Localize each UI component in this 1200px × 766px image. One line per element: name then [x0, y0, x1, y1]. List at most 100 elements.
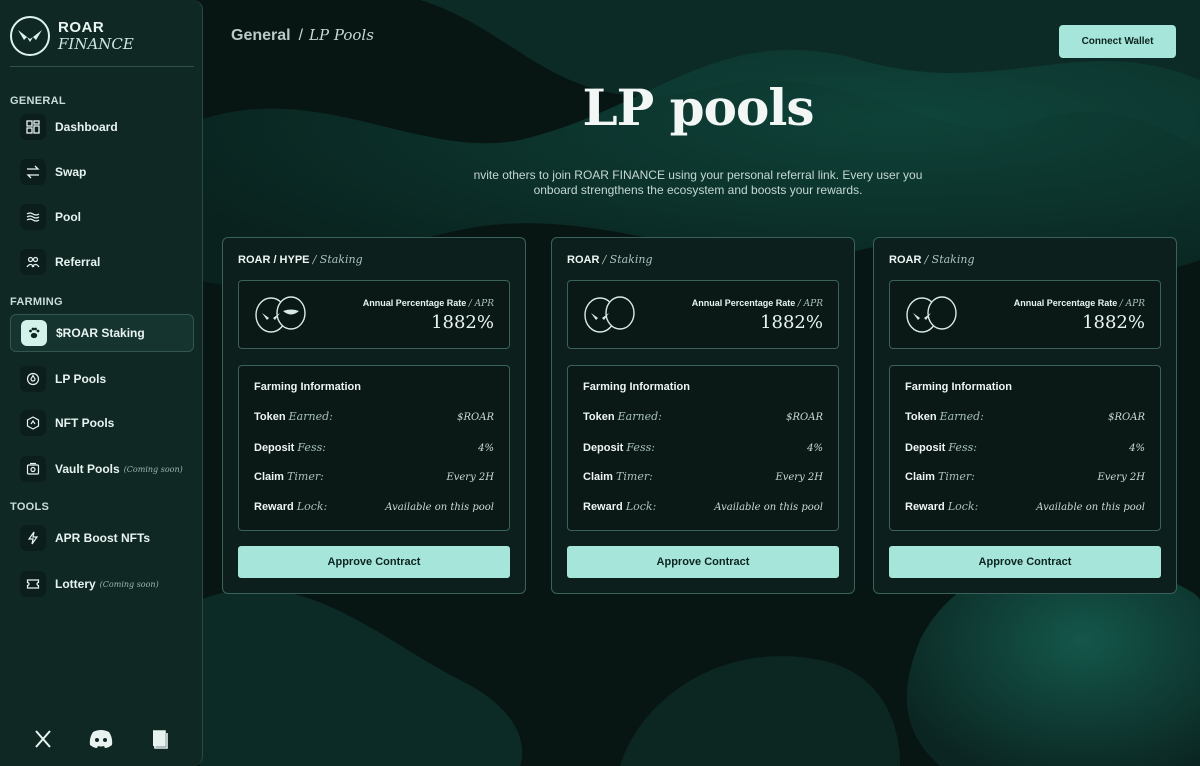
page-title: LP pools: [582, 78, 815, 137]
coming-soon-badge: (Coming soon): [99, 579, 159, 589]
sidebar-item-nft-pools[interactable]: NFT Pools: [10, 404, 194, 442]
grid-icon: [20, 114, 46, 140]
approve-contract-button[interactable]: Approve Contract: [889, 546, 1161, 578]
approve-contract-button[interactable]: Approve Contract: [567, 546, 839, 578]
apr-label: Annual Percentage Rate / APR: [362, 298, 494, 309]
hexagon-icon: [20, 410, 46, 436]
approve-contract-button[interactable]: Approve Contract: [238, 546, 510, 578]
vault-icon: [20, 456, 46, 482]
sidebar-item-referral[interactable]: Referral: [10, 243, 194, 281]
farm-info-value: $ROAR: [1108, 412, 1145, 423]
farm-info-key: Claim Timer:: [254, 470, 324, 483]
sidebar-item-apr-boost-nfts[interactable]: APR Boost NFTs: [10, 519, 194, 557]
farm-info-row: Reward Lock: Available on this pool: [905, 500, 1145, 513]
coming-soon-badge: (Coming soon): [123, 464, 183, 474]
sidebar-item-label: $ROAR Staking: [56, 326, 145, 340]
sidebar-item-dashboard[interactable]: Dashboard: [10, 108, 194, 146]
swap-arrows-icon: [20, 159, 46, 185]
sidebar-item-lp-pools[interactable]: LP Pools: [10, 360, 194, 398]
users-icon: [20, 249, 46, 275]
brand-subtitle: FINANCE: [58, 35, 134, 53]
farming-info-panel: Farming Information Token Earned: $ROAR …: [238, 365, 510, 531]
sidebar-item-roar-staking[interactable]: $ROAR Staking: [10, 314, 194, 352]
farming-info-panel: Farming Information Token Earned: $ROAR …: [889, 365, 1161, 531]
farm-info-row: Reward Lock: Available on this pool: [254, 500, 494, 513]
pool-card: ROAR / HYPE / Staking Annual Percentage …: [222, 237, 526, 594]
discord-icon[interactable]: [88, 726, 114, 752]
apr-value: 1882%: [1082, 312, 1145, 333]
farm-info-key: Reward Lock:: [254, 500, 328, 513]
page-description: nvite others to join ROAR FINANCE using …: [473, 168, 923, 197]
pool-pair-title: ROAR / HYPE / Staking: [238, 253, 363, 266]
sidebar-item-label: Pool: [55, 210, 81, 224]
pool-card: ROAR / Staking Annual Percentage Rate / …: [551, 237, 855, 594]
breadcrumb-separator: /: [298, 27, 304, 44]
sidebar-item-pool[interactable]: Pool: [10, 198, 194, 236]
farming-info-title: Farming Information: [905, 381, 1012, 393]
brand-logo[interactable]: ROAR FINANCE: [10, 16, 134, 56]
farm-info-value: $ROAR: [457, 412, 494, 423]
farm-info-row: Deposit Fess: 4%: [583, 441, 823, 454]
farm-info-row: Token Earned: $ROAR: [254, 410, 494, 423]
section-label-farming: FARMING: [10, 296, 63, 308]
farm-info-value: Available on this pool: [714, 502, 823, 513]
token-pair-icon: [255, 296, 306, 333]
waves-icon: [20, 204, 46, 230]
farm-info-value: 4%: [807, 443, 823, 454]
farm-info-key: Token Earned:: [583, 410, 662, 423]
pool-card: ROAR / Staking Annual Percentage Rate / …: [873, 237, 1177, 594]
farm-info-value: Available on this pool: [385, 502, 494, 513]
token-pair-icon: [906, 296, 957, 333]
farm-info-key: Reward Lock:: [583, 500, 657, 513]
farm-info-row: Reward Lock: Available on this pool: [583, 500, 823, 513]
sidebar-item-label: Referral: [55, 255, 101, 269]
apr-label: Annual Percentage Rate / APR: [691, 298, 823, 309]
pool-drop-icon: [20, 366, 46, 392]
sidebar-item-label: LP Pools: [55, 372, 107, 386]
section-label-general: GENERAL: [10, 95, 66, 107]
farm-info-value: $ROAR: [786, 412, 823, 423]
farm-info-value: Every 2H: [446, 472, 494, 483]
farm-info-key: Reward Lock:: [905, 500, 979, 513]
apr-value: 1882%: [760, 312, 823, 333]
brand-name: ROAR: [58, 19, 105, 36]
farm-info-value: Available on this pool: [1036, 502, 1145, 513]
sidebar-item-lottery[interactable]: Lottery (Coming soon): [10, 565, 194, 603]
apr-panel: Annual Percentage Rate / APR 1882%: [238, 280, 510, 349]
farm-info-key: Deposit Fess:: [905, 441, 977, 454]
farm-info-value: 4%: [1129, 443, 1145, 454]
breadcrumb-root[interactable]: General: [231, 27, 291, 45]
x-icon[interactable]: [30, 726, 56, 752]
sidebar-item-label: APR Boost NFTs: [55, 531, 151, 545]
sidebar-item-swap[interactable]: Swap: [10, 153, 194, 191]
farming-info-panel: Farming Information Token Earned: $ROAR …: [567, 365, 839, 531]
farm-info-key: Token Earned:: [254, 410, 333, 423]
book-icon[interactable]: [147, 726, 173, 752]
farm-info-key: Token Earned:: [905, 410, 984, 423]
farm-info-row: Deposit Fess: 4%: [254, 441, 494, 454]
sidebar-item-vault-pools[interactable]: Vault Pools (Coming soon): [10, 450, 194, 488]
pool-pair-title: ROAR / Staking: [889, 253, 975, 266]
farm-info-value: 4%: [478, 443, 494, 454]
farm-info-value: Every 2H: [775, 472, 823, 483]
farm-info-key: Deposit Fess:: [583, 441, 655, 454]
social-links: [0, 726, 203, 752]
ticket-icon: [20, 571, 46, 597]
farm-info-row: Token Earned: $ROAR: [583, 410, 823, 423]
farm-info-key: Claim Timer:: [583, 470, 653, 483]
sidebar-item-label: NFT Pools: [55, 416, 115, 430]
pool-pair-title: ROAR / Staking: [567, 253, 653, 266]
connect-wallet-button[interactable]: Connect Wallet: [1059, 25, 1176, 58]
paw-icon: [21, 320, 47, 346]
farming-info-title: Farming Information: [583, 381, 690, 393]
apr-panel: Annual Percentage Rate / APR 1882%: [889, 280, 1161, 349]
apr-value: 1882%: [431, 312, 494, 333]
sidebar-item-label: Swap: [55, 165, 87, 179]
farm-info-row: Claim Timer: Every 2H: [905, 470, 1145, 483]
token-pair-icon: [584, 296, 635, 333]
farm-info-key: Deposit Fess:: [254, 441, 326, 454]
breadcrumb: General / LP Pools: [231, 26, 374, 45]
farm-info-row: Deposit Fess: 4%: [905, 441, 1145, 454]
sidebar: ROAR FINANCE GENERAL Dashboard Swap Pool…: [0, 0, 203, 766]
apr-panel: Annual Percentage Rate / APR 1882%: [567, 280, 839, 349]
